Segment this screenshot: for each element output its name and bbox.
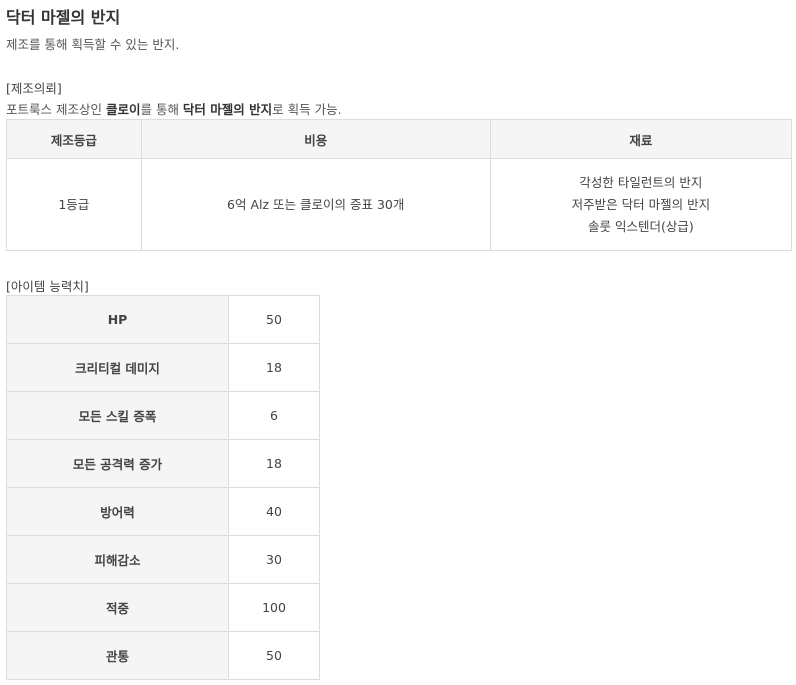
header-materials: 재료 <box>489 119 793 159</box>
page-title: 닥터 마젤의 반지 <box>6 8 121 27</box>
craft-desc-npc: 클로이 <box>105 102 141 117</box>
stat-row: 방어력 40 <box>6 487 320 536</box>
stat-name: HP <box>6 295 229 344</box>
stat-row: 피해감소 30 <box>6 535 320 584</box>
stat-row: 모든 공격력 증가 18 <box>6 439 320 488</box>
stat-row: 크리티컬 데미지 18 <box>6 343 320 392</box>
stat-row: 모든 스킬 증폭 6 <box>6 391 320 440</box>
header-grade: 제조등급 <box>6 119 142 159</box>
craft-table-header-row: 제조등급 비용 재료 <box>6 119 793 159</box>
stat-name: 피해감소 <box>6 535 229 584</box>
page-subtitle: 제조를 통해 획득할 수 있는 반지. <box>6 37 180 52</box>
stats-section-label: [아이템 능력치] <box>6 279 89 294</box>
stat-name: 적중 <box>6 583 229 632</box>
stat-name: 모든 공격력 증가 <box>6 439 229 488</box>
craft-description: 포트룩스 제조상인 클로이를 통해 닥터 마젤의 반지로 획득 가능. <box>6 99 342 118</box>
stat-value: 18 <box>228 343 320 392</box>
material-item: 각성한 타일런트의 반지 <box>579 174 703 190</box>
craft-table: 제조등급 비용 재료 1등급 6억 Alz 또는 클로이의 증표 30개 각성한… <box>6 119 793 251</box>
material-item: 솔룻 익스텐더(상급) <box>588 218 694 234</box>
material-item: 저주받은 닥터 마젤의 반지 <box>571 196 711 212</box>
stat-value: 6 <box>228 391 320 440</box>
stat-row: HP 50 <box>6 295 320 344</box>
stat-name: 크리티컬 데미지 <box>6 343 229 392</box>
stat-row: 적중 100 <box>6 583 320 632</box>
craft-desc-mid: 를 통해 <box>140 102 183 117</box>
craft-desc-item: 닥터 마젤의 반지 <box>182 102 273 117</box>
stat-value: 40 <box>228 487 320 536</box>
stat-name: 모든 스킬 증폭 <box>6 391 229 440</box>
craft-desc-suffix: 로 획득 가능. <box>272 102 342 117</box>
stats-table: HP 50 크리티컬 데미지 18 모든 스킬 증폭 6 모든 공격력 증가 1… <box>6 295 320 680</box>
stat-name: 관통 <box>6 631 229 680</box>
craft-cost: 6억 Alz 또는 클로이의 증표 30개 <box>140 158 491 251</box>
stat-value: 50 <box>228 295 320 344</box>
stat-value: 50 <box>228 631 320 680</box>
craft-grade: 1등급 <box>6 158 142 251</box>
stat-name: 방어력 <box>6 487 229 536</box>
stat-value: 30 <box>228 535 320 584</box>
stat-value: 18 <box>228 439 320 488</box>
craft-table-row: 1등급 6억 Alz 또는 클로이의 증표 30개 각성한 타일런트의 반지 저… <box>6 158 793 251</box>
craft-section-label: [제조의뢰] <box>6 81 62 96</box>
stat-row: 관통 50 <box>6 631 320 680</box>
craft-materials: 각성한 타일런트의 반지 저주받은 닥터 마젤의 반지 솔룻 익스텐더(상급) <box>489 158 793 251</box>
header-cost: 비용 <box>140 119 491 159</box>
stat-value: 100 <box>228 583 320 632</box>
craft-desc-prefix: 포트룩스 제조상인 <box>6 102 106 117</box>
